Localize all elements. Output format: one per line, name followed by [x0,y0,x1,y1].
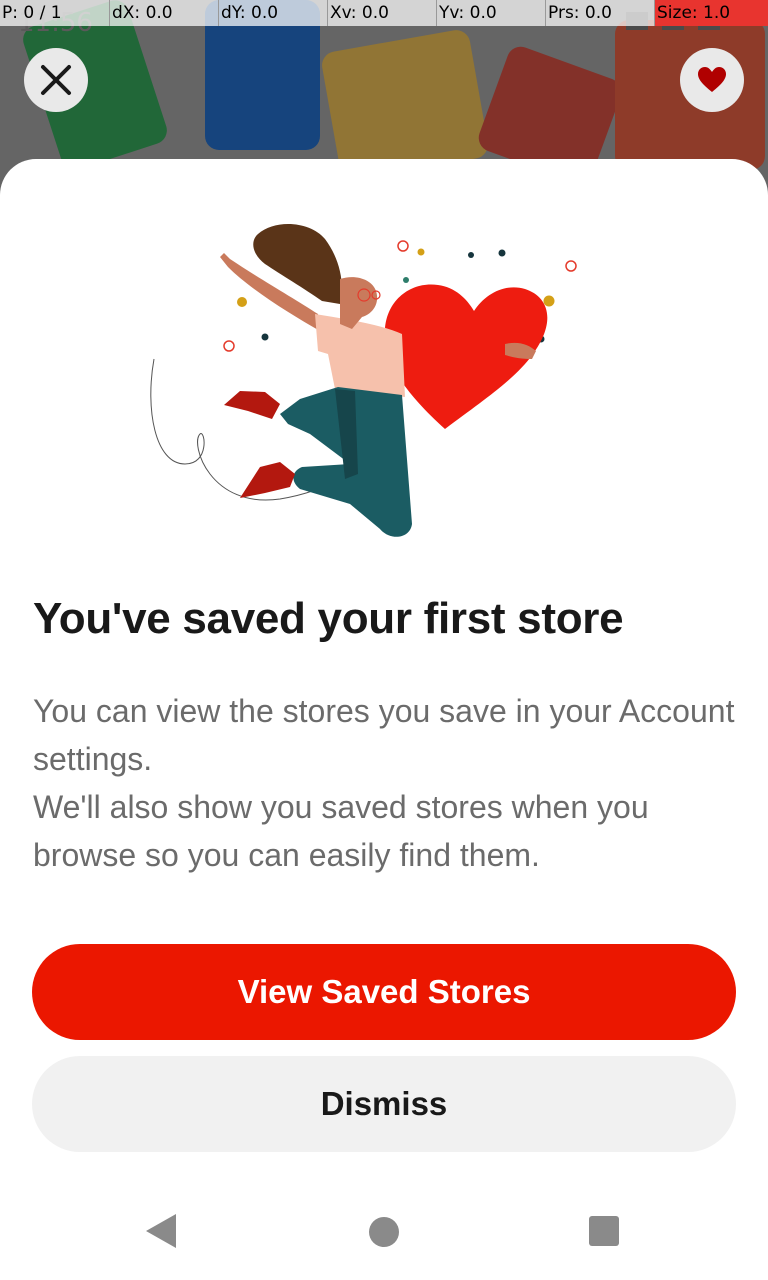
debug-dx: dX: 0.0 [109,0,218,26]
pointer-debug-bar: P: 0 / 1 dX: 0.0 dY: 0.0 Xv: 0.0 Yv: 0.0… [0,0,768,26]
favorite-button[interactable] [680,48,744,112]
description-line-account: You can view the stores you save in your… [33,693,735,777]
recents-square-icon[interactable] [589,1216,619,1246]
debug-xv: Xv: 0.0 [327,0,436,26]
saved-store-sheet: You've saved your first store You can vi… [0,159,768,1280]
debug-pointer: P: 0 / 1 [2,3,62,23]
debug-size: Size: 1.0 [654,0,768,26]
view-saved-stores-button[interactable]: View Saved Stores [32,944,736,1040]
debug-dy: dY: 0.0 [218,0,327,26]
sheet-title: You've saved your first store [33,594,624,643]
close-icon [41,65,71,95]
description-line-browse: We'll also show you saved stores when yo… [33,789,649,873]
dismiss-button[interactable]: Dismiss [32,1056,736,1152]
sheet-description: You can view the stores you save in your… [33,687,743,879]
home-circle-icon[interactable] [369,1217,399,1247]
debug-yv: Yv: 0.0 [436,0,545,26]
heart-icon [698,67,726,92]
back-triangle-icon[interactable] [146,1214,176,1248]
debug-pressure: Prs: 0.0 [545,0,654,26]
celebration-illustration [150,223,577,537]
close-button[interactable] [24,48,88,112]
